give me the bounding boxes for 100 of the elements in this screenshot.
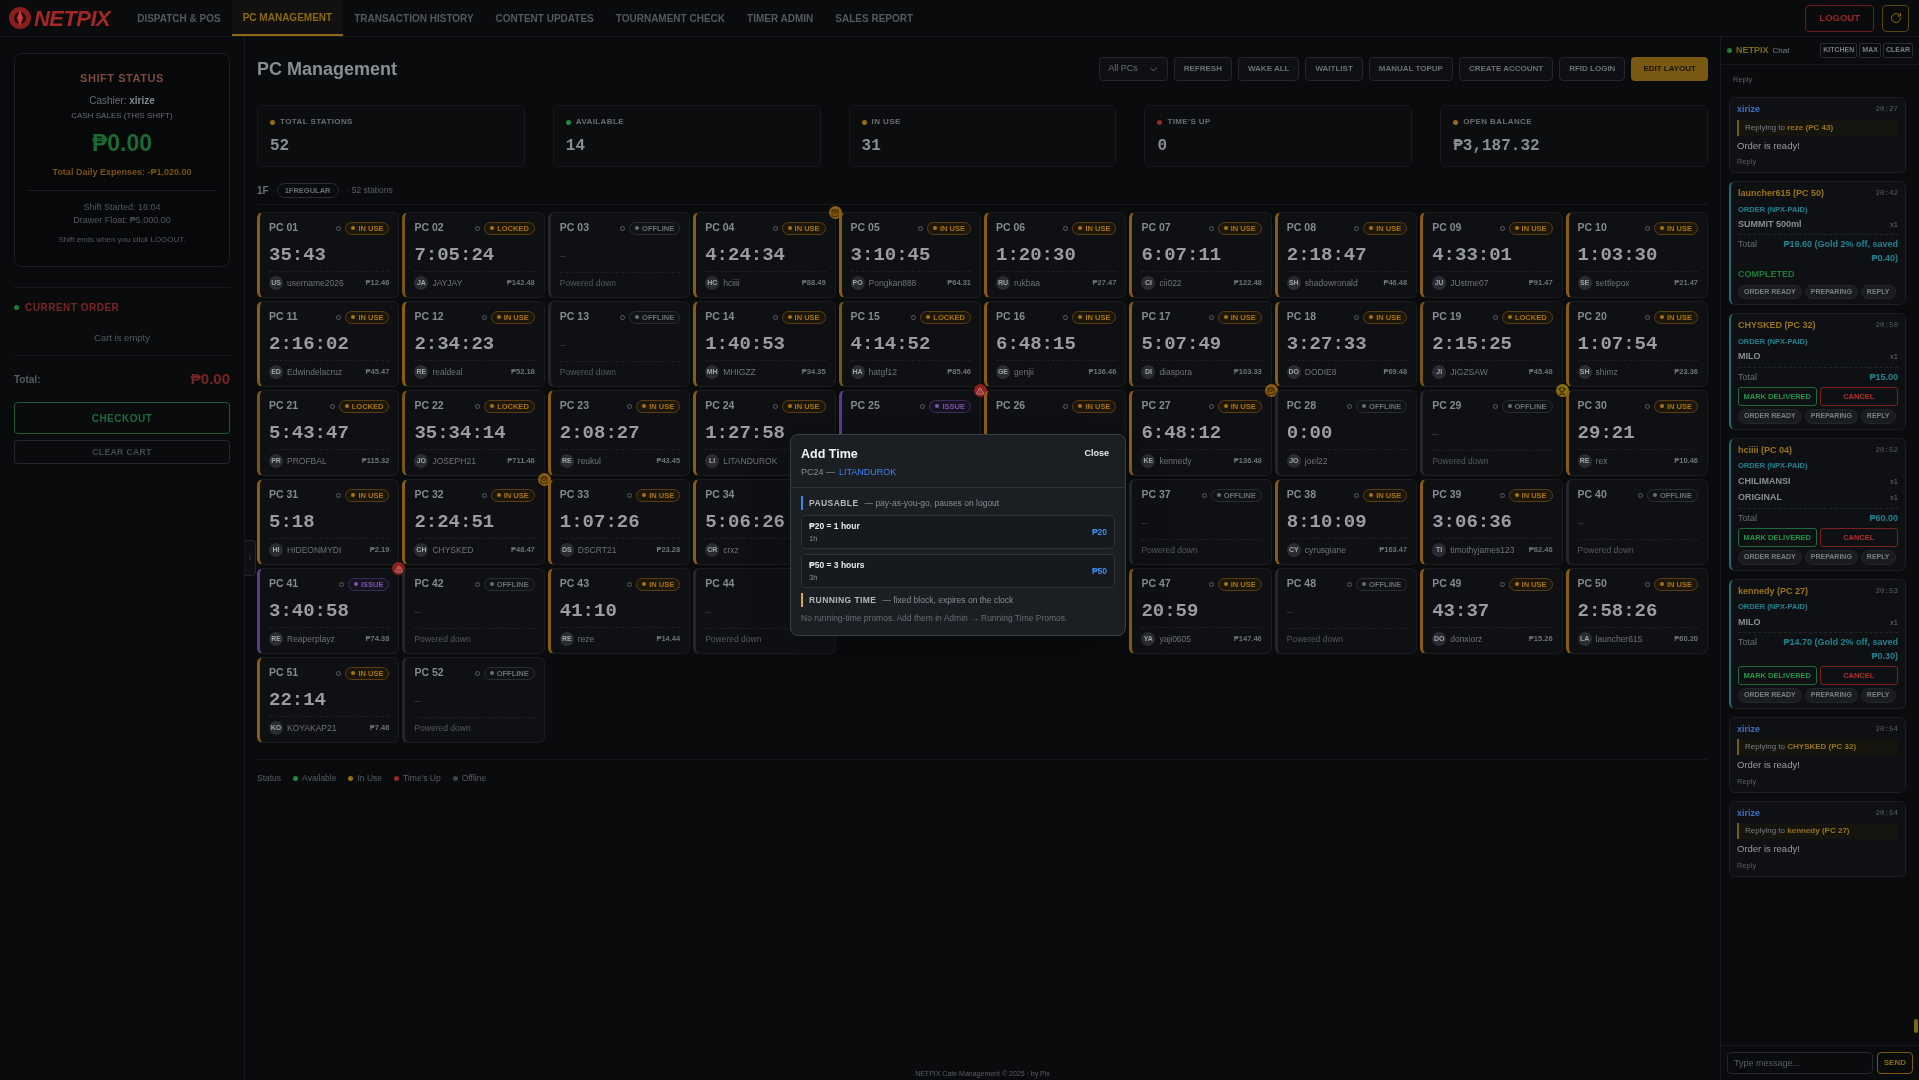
session-timer: 0:00 <box>1286 422 1333 444</box>
station-name: PC 13 <box>559 309 589 325</box>
username: reukul <box>577 454 601 468</box>
station-name: PC 34 <box>705 487 735 503</box>
order-item: MILO <box>1738 615 1761 629</box>
message-author: CHYSKED (PC 32) <box>1738 319 1816 333</box>
checkout-button[interactable]: CHECKOUT <box>14 402 230 435</box>
station-name: PC 40 <box>1577 487 1607 503</box>
shift-title: SHIFT STATUS <box>80 71 164 86</box>
station-name: PC 50 <box>1577 576 1607 592</box>
session-timer: 22:14 <box>269 689 326 711</box>
shift-note: Shift ends when you click LOGOUT. <box>58 233 186 246</box>
station-name: PC 44 <box>705 576 735 592</box>
station-name: PC 06 <box>996 220 1026 236</box>
username: rex <box>1595 454 1608 468</box>
stat-label: TIME'S UP <box>1167 116 1211 128</box>
nav-tab[interactable]: TIMER ADMIN <box>736 0 825 36</box>
station-name: PC 51 <box>269 665 299 681</box>
order-total: ₱60.00 <box>1869 511 1898 525</box>
session-timer: 43:37 <box>1432 600 1490 622</box>
message-author: hciiii (PC 04) <box>1738 443 1792 457</box>
message-text: Order is ready! <box>1737 842 1801 857</box>
message-author: xirize <box>1737 806 1760 820</box>
brand-logo[interactable]: NETPIX <box>34 1 111 35</box>
drawer-float: Drawer Float: ₱5,000.00 <box>73 214 171 227</box>
session-timer: 2:16:02 <box>269 333 349 355</box>
toolbar-button[interactable]: MANUAL TOPUP <box>1368 57 1453 81</box>
session-timer: 1:27:58 <box>705 422 785 444</box>
session-timer: 3:06:36 <box>1432 511 1512 533</box>
chat-brand: NETPIX <box>1736 43 1769 57</box>
toolbar-button[interactable]: RFID LOGIN <box>1559 57 1626 81</box>
toolbar-button[interactable]: REFRESH <box>1173 57 1232 81</box>
username: JAYJAY <box>432 276 463 290</box>
filter-select[interactable]: All PCs <box>1099 57 1168 81</box>
legend-title: Status <box>257 772 282 785</box>
username: LITANDUROK <box>723 454 778 468</box>
station-name: PC 17 <box>1141 309 1171 325</box>
collapse-handle[interactable] <box>245 540 256 576</box>
station-name: PC 31 <box>269 487 299 503</box>
station-name: PC 32 <box>414 487 444 503</box>
nav-tab[interactable]: TOURNAMENT CHECK <box>604 0 737 36</box>
order-total: ₱0.00 <box>190 368 230 389</box>
session-timer: 5:43:47 <box>269 422 349 444</box>
toolbar-button[interactable]: WAITLIST <box>1305 57 1363 81</box>
station-note: Powered down <box>414 722 472 736</box>
username: cyrusgiane <box>1304 543 1346 557</box>
toolbar-button[interactable]: CREATE ACCOUNT <box>1458 57 1554 81</box>
sales-label: CASH SALES (THIS SHIFT) <box>71 109 173 122</box>
session-timer: 35:43 <box>269 244 326 266</box>
order-item: ORIGINAL <box>1738 491 1782 504</box>
message-input[interactable]: Type message... <box>1727 1052 1873 1074</box>
total-label: Total <box>1738 370 1757 384</box>
station-name: PC 26 <box>996 398 1026 414</box>
station-name: PC 10 <box>1577 220 1607 236</box>
session-timer: 1:40:53 <box>705 333 785 355</box>
nav-tab[interactable]: TRANSACTION HISTORY <box>343 0 485 36</box>
toolbar-button[interactable]: WAKE ALL <box>1238 57 1300 81</box>
station-name: PC 21 <box>269 398 299 414</box>
message-text: Order is ready! <box>1737 138 1801 153</box>
username: crxz <box>723 543 739 557</box>
station-name: PC 05 <box>850 220 880 236</box>
reply-quote: Replying to reze (PC 43) <box>1737 119 1898 136</box>
station-name: PC 18 <box>1286 309 1316 325</box>
session-timer: 5:06:26 <box>705 511 785 533</box>
session-timer: 1:07:26 <box>559 511 640 533</box>
station-name: PC 12 <box>414 309 444 325</box>
nav-tab[interactable]: CONTENT UPDATES <box>484 0 605 36</box>
refresh-button[interactable] <box>1882 4 1909 32</box>
station-name: PC 23 <box>559 398 589 414</box>
stat-value: 31 <box>861 136 882 157</box>
station-name: PC 48 <box>1286 576 1316 592</box>
username: username2026 <box>287 276 344 290</box>
nav-tab[interactable]: DISPATCH & POS <box>126 0 232 36</box>
cart-empty-text: Cart is empty <box>94 330 150 345</box>
station-name: PC 20 <box>1577 309 1607 325</box>
toolbar-button[interactable]: EDIT LAYOUT <box>1631 57 1708 81</box>
session-timer: 5:18 <box>269 511 315 533</box>
username: diaspora <box>1159 365 1192 379</box>
username: MHIGZZ <box>723 365 756 379</box>
message-author: xirize <box>1737 103 1760 116</box>
section-description: — fixed block, expires on the clock <box>882 593 1014 607</box>
station-name: PC 19 <box>1432 309 1462 325</box>
username: rukbaa <box>1014 276 1040 290</box>
stat-label: OPEN BALANCE <box>1463 116 1532 128</box>
total-label: Total <box>1738 636 1757 649</box>
close-button[interactable]: Close <box>1084 447 1109 461</box>
nav-tab[interactable]: SALES REPORT <box>824 0 925 36</box>
empty-timer: – <box>559 337 566 352</box>
session-timer: 3:27:33 <box>1286 333 1367 355</box>
order-title: CURRENT ORDER <box>25 300 120 315</box>
station-note: Powered down <box>414 633 472 647</box>
order-item: MILO <box>1738 350 1761 363</box>
send-button[interactable]: SEND <box>1876 1052 1913 1074</box>
station-name: PC 28 <box>1286 398 1316 414</box>
station-name: PC 09 <box>1432 220 1462 236</box>
station-name: PC 42 <box>414 576 444 592</box>
username: JIGZSAW <box>1450 365 1488 379</box>
nav-tab[interactable]: PC MANAGEMENT <box>231 0 344 36</box>
username: Reaperplayz <box>287 632 335 646</box>
message-author: launcher615 (PC 50) <box>1738 187 1825 200</box>
